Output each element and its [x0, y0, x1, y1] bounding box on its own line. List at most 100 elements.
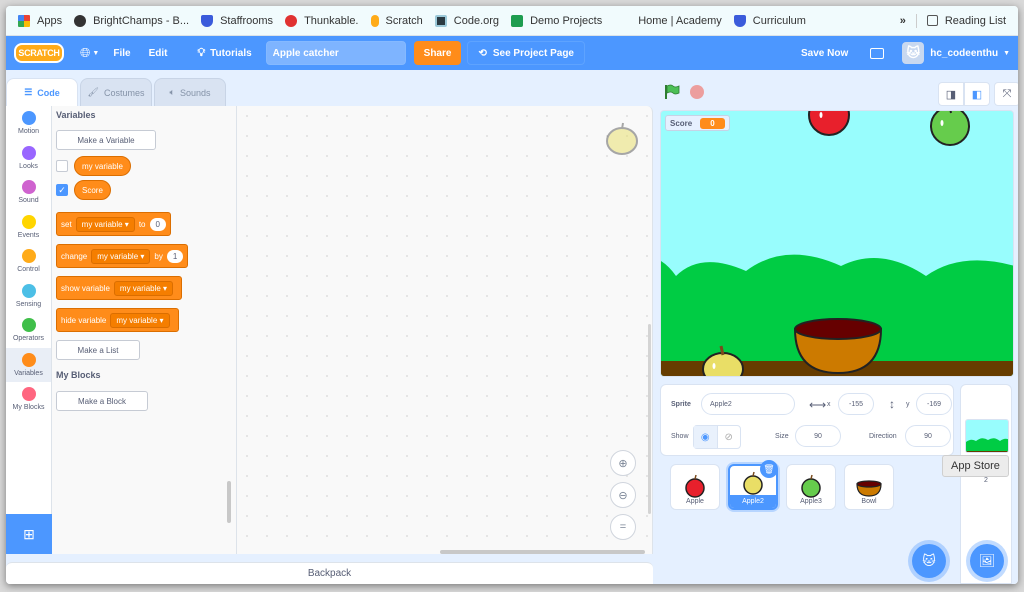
make-list-button[interactable]: Make a List — [56, 340, 140, 360]
variable-dropdown[interactable]: my variable ▾ — [75, 216, 135, 232]
tutorials-button[interactable]: 💡︎ Tutorials — [197, 47, 251, 60]
category-control[interactable]: Control — [6, 244, 51, 279]
language-menu[interactable]: 🌐︎ ▼ — [80, 45, 99, 61]
show-eye-icon[interactable]: ◉ — [694, 426, 718, 448]
value-input[interactable]: 0 — [149, 217, 166, 231]
category-sound[interactable]: Sound — [6, 175, 51, 210]
bookmark-thunkable[interactable]: Thunkable. — [285, 14, 359, 27]
category-color-dot — [21, 352, 36, 367]
choose-backdrop-button[interactable]: 🖼︎ — [970, 544, 1004, 578]
reading-list-button[interactable]: Reading List — [926, 15, 1006, 27]
my-blocks-heading: My Blocks — [56, 370, 101, 380]
avatar[interactable]: 🐱︎ — [902, 42, 925, 64]
variable-dropdown[interactable]: my variable ▾ — [91, 248, 151, 264]
file-menu[interactable]: File — [113, 48, 130, 59]
set-variable-block[interactable]: set my variable ▾ to 0 — [56, 212, 171, 236]
backdrop-thumbnail[interactable] — [965, 419, 1009, 453]
sprite-tile-apple[interactable]: Apple — [670, 464, 720, 510]
apple-green-sprite — [930, 111, 970, 146]
scratch-logo[interactable]: SCRATCH — [14, 43, 64, 63]
stage-controls — [664, 84, 704, 100]
direction-input[interactable]: 90 — [905, 425, 951, 447]
variable-dropdown[interactable]: my variable ▾ — [113, 280, 174, 296]
bookmark-codeorg[interactable]: Code.org — [434, 14, 499, 27]
value-input[interactable]: 1 — [166, 249, 184, 263]
size-input[interactable]: 90 — [795, 425, 841, 447]
score-monitor[interactable]: Score 0 — [665, 115, 730, 131]
variable-dropdown[interactable]: my variable ▾ — [110, 312, 170, 328]
size-label: Size — [775, 433, 789, 440]
change-variable-block[interactable]: change my variable ▾ by 1 — [56, 244, 189, 268]
tab-sounds[interactable]: 🔈︎ Sounds — [154, 78, 226, 106]
stage-canvas — [661, 111, 1013, 376]
variable-checkbox[interactable] — [56, 160, 68, 172]
tab-code[interactable]: ☰ Code — [6, 78, 78, 106]
category-looks[interactable]: Looks — [6, 141, 51, 176]
tab-costumes[interactable]: 🖌︎ Costumes — [80, 78, 152, 106]
sprite-tile-bowl[interactable]: Bowl — [844, 464, 894, 510]
save-now-button[interactable]: Save Now — [801, 48, 848, 59]
add-extension-icon: ⊞ — [23, 525, 35, 542]
bookmark-demo-projects[interactable]: Demo Projects — [511, 14, 602, 27]
direction-label: Direction — [869, 433, 897, 440]
vertical-scrollbar[interactable] — [648, 324, 651, 514]
show-variable-block[interactable]: show variable my variable ▾ — [56, 276, 183, 300]
share-button[interactable]: Share — [413, 41, 462, 65]
category-sensing[interactable]: Sensing — [6, 279, 51, 314]
bookmark-apps[interactable]: Apps — [18, 14, 62, 27]
bookmarks-bar: Apps BrightChamps - B... Staffrooms Thun… — [6, 6, 1018, 36]
my-stuff-folder-icon[interactable] — [870, 47, 885, 59]
category-my-blocks[interactable]: My Blocks — [6, 382, 51, 417]
category-color-dot — [21, 180, 36, 195]
category-label: Variables — [14, 369, 43, 377]
category-motion[interactable]: Motion — [6, 106, 51, 141]
variable-reporter-my-variable[interactable]: my variable — [74, 156, 131, 176]
horizontal-scrollbar[interactable] — [440, 550, 645, 554]
choose-sprite-button[interactable]: 🐱︎ — [912, 544, 946, 578]
backpack[interactable]: Backpack — [6, 562, 653, 584]
x-position-input[interactable]: -155 — [838, 393, 874, 415]
zoom-out-button[interactable]: ⊖ — [610, 482, 636, 508]
backdrop-image — [966, 420, 1008, 452]
small-stage-button[interactable]: ◨ — [938, 82, 964, 106]
make-variable-button[interactable]: Make a Variable — [56, 130, 156, 150]
project-title-input[interactable] — [265, 41, 406, 65]
zoom-reset-button[interactable]: = — [610, 514, 636, 540]
bookmark-curriculum[interactable]: Curriculum — [733, 14, 806, 27]
category-events[interactable]: Events — [6, 210, 51, 245]
app-store-tooltip: App Store — [942, 455, 1009, 477]
delete-sprite-button[interactable]: 🗑︎ — [760, 460, 778, 478]
category-label: Operators — [12, 335, 45, 343]
normal-stage-button[interactable]: ◧ — [964, 82, 990, 106]
palette-scrollbar[interactable] — [227, 481, 231, 523]
fullscreen-button[interactable]: ⤧ — [994, 82, 1018, 106]
stop-icon[interactable] — [690, 85, 704, 99]
bookmark-scratch[interactable]: Scratch — [370, 14, 423, 27]
sprite-name-input[interactable]: Apple2 — [701, 393, 795, 415]
stage[interactable]: Score 0 — [660, 110, 1014, 377]
see-project-page-button[interactable]: ⟲ See Project Page — [467, 41, 585, 65]
category-variables[interactable]: Variables — [6, 347, 51, 382]
variable-reporter-score[interactable]: Score — [74, 180, 111, 200]
category-operators[interactable]: Operators — [6, 313, 51, 348]
hide-variable-block[interactable]: hide variable my variable ▾ — [56, 308, 179, 332]
add-extension-button[interactable]: ⊞ — [6, 514, 52, 554]
y-position-input[interactable]: -169 — [916, 393, 952, 415]
bookmark-brightchamps[interactable]: BrightChamps - B... — [74, 14, 189, 27]
y-arrows-icon: ↕ — [889, 397, 895, 411]
zoom-in-button[interactable]: ⊕ — [610, 450, 636, 476]
variable-checkbox[interactable]: ✓ — [56, 184, 68, 196]
edit-menu[interactable]: Edit — [149, 48, 168, 59]
bookmark-staffrooms[interactable]: Staffrooms — [201, 14, 273, 27]
script-area[interactable]: ⊕ ⊖ = — [237, 106, 653, 554]
sprite-tile-apple3[interactable]: Apple3 — [786, 464, 836, 510]
username[interactable]: hc_codeenthu — [930, 48, 998, 59]
globe-icon — [74, 14, 87, 27]
hide-eye-icon[interactable]: ⊘ — [718, 426, 741, 448]
bookmarks-overflow-button[interactable]: » — [900, 15, 906, 27]
green-flag-icon[interactable] — [664, 84, 680, 100]
make-block-button[interactable]: Make a Block — [56, 391, 148, 411]
category-label: Control — [17, 266, 40, 274]
chevron-down-icon[interactable]: ▼ — [1003, 50, 1010, 57]
bookmark-home-academy[interactable]: Home | Academy — [638, 15, 722, 27]
